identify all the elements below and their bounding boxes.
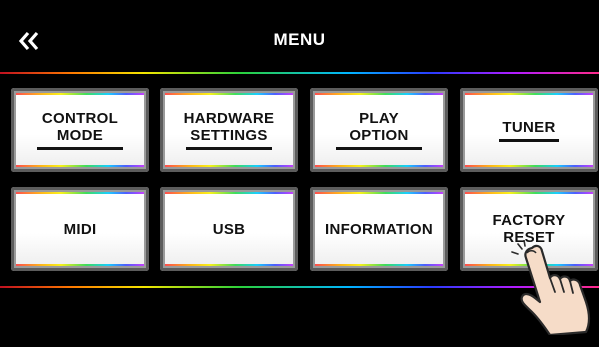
menu-tile-hardware-settings[interactable]: HARDWARE SETTINGS [160, 88, 298, 172]
menu-tile-label-line: MODE [56, 127, 104, 144]
menu-tile-label-line: HARDWARE [183, 110, 275, 127]
menu-tile-tuner[interactable]: TUNER [460, 88, 598, 172]
menu-tile-label: TUNER [460, 88, 598, 172]
menu-tile-label-line: CONTROL [41, 110, 119, 127]
tapping-hand-icon [511, 240, 591, 335]
menu-tile-label-line: PLAY [359, 110, 399, 127]
menu-tile-label-line: FACTORY [492, 212, 566, 229]
submenu-indicator [186, 147, 272, 150]
menu-tile-label: PLAY OPTION [310, 88, 448, 172]
submenu-indicator [499, 138, 559, 142]
submenu-indicator [37, 147, 123, 150]
menu-tile-label-line: TUNER [502, 118, 556, 136]
menu-tile-label: HARDWARE SETTINGS [160, 88, 298, 172]
menu-tile-play-option[interactable]: PLAY OPTION [310, 88, 448, 172]
menu-tile-control-mode[interactable]: CONTROL MODE [11, 88, 149, 172]
menu-tile-label-line: INFORMATION [324, 220, 433, 238]
menu-tile-label-line: OPTION [349, 127, 409, 144]
menu-tile-label: USB [160, 187, 298, 271]
menu-tile-information[interactable]: INFORMATION [310, 187, 448, 271]
menu-tile-label-line: MIDI [63, 220, 97, 238]
menu-tile-label: CONTROL MODE [11, 88, 149, 172]
menu-screen: MENU CONTROL MODE HARDWARE SETTINGS PLAY OPTI… [0, 0, 599, 347]
menu-tile-midi[interactable]: MIDI [11, 187, 149, 271]
menu-tile-usb[interactable]: USB [160, 187, 298, 271]
submenu-indicator [336, 147, 422, 150]
menu-tile-label-line: SETTINGS [190, 127, 268, 144]
menu-tile-label: INFORMATION [310, 187, 448, 271]
menu-tile-label-line: USB [212, 220, 246, 238]
menu-tile-label: MIDI [11, 187, 149, 271]
